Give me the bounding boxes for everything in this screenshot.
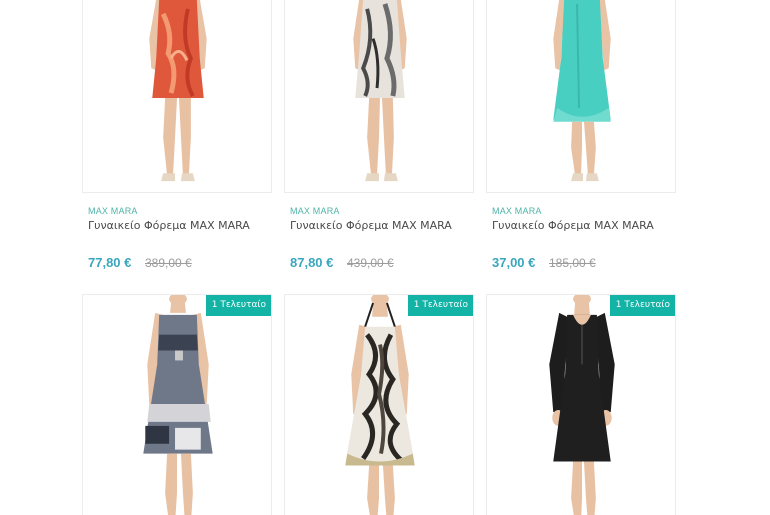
product-brand[interactable]: MAX MARA (492, 206, 542, 216)
red-floral-dress-photo (149, 0, 207, 182)
product-brand[interactable]: MAX MARA (88, 206, 138, 216)
last-item-badge: 1 Τελευταίο (407, 295, 473, 316)
product-image[interactable] (486, 0, 676, 193)
last-item-badge: 1 Τελευταίο (205, 295, 271, 316)
product-image[interactable]: 1 Τελευταίο (82, 294, 272, 515)
product-title[interactable]: Γυναικείο Φόρεμα MAX MARA (290, 219, 452, 232)
last-item-badge: 1 Τελευταίο (609, 295, 675, 316)
grey-print-dress-photo (353, 0, 407, 182)
product-old-price: 389,00 € (145, 256, 192, 270)
product-image[interactable]: 1 Τελευταίο (486, 294, 676, 515)
turquoise-dress-photo (553, 0, 611, 182)
black-long-sleeve-dress-photo (549, 295, 615, 515)
black-white-halter-dress-photo (345, 295, 415, 515)
product-image[interactable]: 1 Τελευταίο (284, 294, 474, 515)
navy-print-sundress-photo (143, 295, 213, 515)
product-old-price: 439,00 € (347, 256, 394, 270)
product-price: 77,80 € (88, 255, 132, 270)
product-title[interactable]: Γυναικείο Φόρεμα MAX MARA (492, 219, 654, 232)
product-image[interactable] (284, 0, 474, 193)
product-image[interactable] (82, 0, 272, 193)
product-title[interactable]: Γυναικείο Φόρεμα MAX MARA (88, 219, 250, 232)
product-price: 37,00 € (492, 255, 536, 270)
product-old-price: 185,00 € (549, 256, 596, 270)
product-brand[interactable]: MAX MARA (290, 206, 340, 216)
product-price: 87,80 € (290, 255, 334, 270)
